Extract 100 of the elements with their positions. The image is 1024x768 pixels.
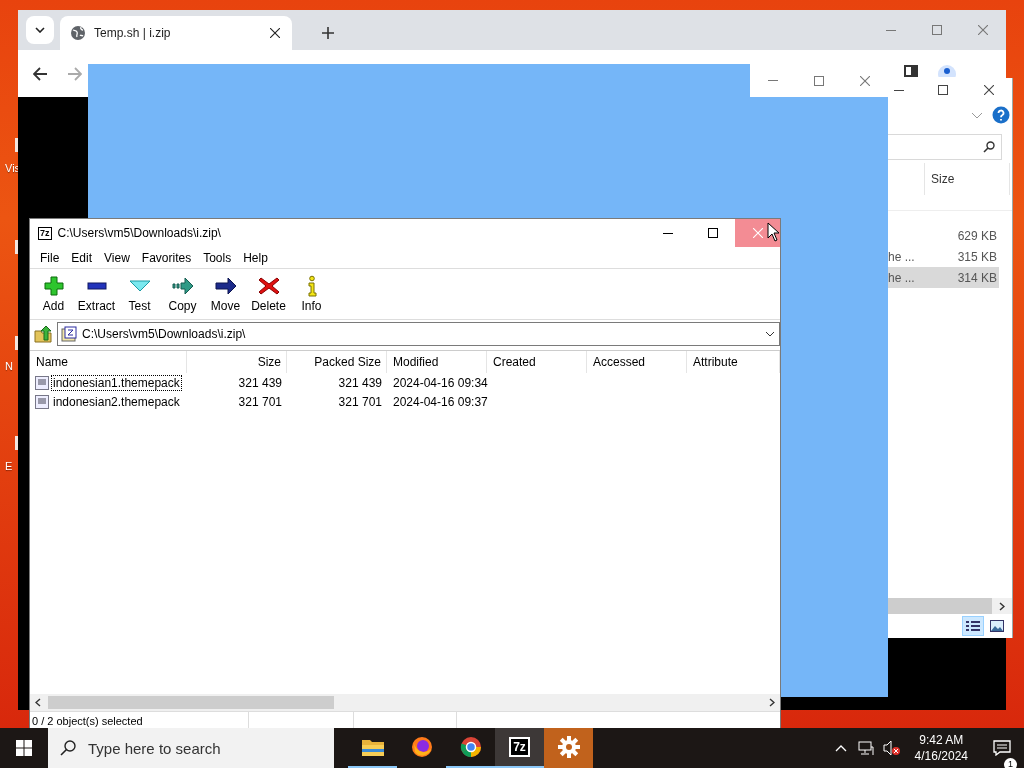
address-field[interactable]: C:\Users\vm5\Downloads\i.zip\: [57, 322, 780, 346]
windows-icon: [16, 740, 32, 756]
toolbar-button[interactable]: Extract: [75, 270, 118, 318]
scrollbar-thumb[interactable]: [48, 696, 334, 709]
desktop-icon-label: N: [5, 360, 13, 372]
clock[interactable]: 9:42 AM 4/16/2024: [906, 732, 976, 764]
close-icon: [860, 75, 870, 86]
folder-up-icon: [34, 325, 52, 343]
toolbar-button[interactable]: Test: [118, 270, 161, 318]
toolbar-button[interactable]: Info: [290, 270, 333, 318]
file-icon: [34, 393, 50, 410]
profile-button[interactable]: [937, 65, 957, 77]
minimize-icon: [662, 232, 673, 234]
column-header[interactable]: Created: [487, 351, 587, 373]
column-header[interactable]: Size: [924, 163, 1010, 195]
details-view-button[interactable]: [962, 616, 984, 636]
sidebar-icon: [904, 65, 918, 77]
arrow-icon: [212, 275, 239, 297]
file-size: 315 KB: [957, 249, 998, 264]
maximize-icon: [814, 75, 824, 86]
table-cell-text: 2024-04-16 09:37: [392, 394, 487, 409]
muted-speaker-icon: [882, 740, 901, 756]
menu-item[interactable]: Favorites: [135, 250, 198, 265]
file-name: he ...: [888, 249, 915, 264]
column-header[interactable]: Accessed: [587, 351, 687, 373]
scrollbar-thumb[interactable]: [888, 598, 992, 614]
column-header[interactable]: Name: [30, 351, 187, 373]
help-button[interactable]: [992, 106, 1010, 124]
close-icon: [984, 85, 994, 95]
back-arrow-icon: [33, 66, 47, 81]
chrome-icon: [458, 735, 483, 759]
maximize-icon: [938, 85, 948, 95]
avatar-icon: [938, 65, 956, 77]
file-row[interactable]: 629 KB: [888, 225, 999, 246]
archive-icon: [61, 326, 77, 342]
table-cell-text: 321 701: [337, 394, 383, 409]
gear-icon: [557, 736, 580, 758]
folder-icon: [360, 737, 385, 757]
tab-title: Temp.sh | i.zip: [94, 26, 172, 40]
window-title: C:\Users\vm5\Downloads\i.zip\: [57, 226, 222, 240]
table-cell-text: 321 701: [237, 394, 283, 409]
dropdown-icon: [765, 331, 775, 337]
message-icon: [993, 740, 1011, 756]
maximize-icon: [932, 25, 942, 35]
toolbar-button[interactable]: Delete: [247, 270, 290, 318]
column-header[interactable]: Size: [187, 351, 287, 373]
close-icon: [978, 25, 988, 35]
menu-item[interactable]: View: [98, 250, 136, 265]
file-name[interactable]: indonesian2.themepack: [52, 394, 181, 409]
tab-close-button[interactable]: [268, 26, 282, 40]
minimize-icon: [886, 29, 896, 31]
search-field[interactable]: Type here to search: [48, 728, 334, 768]
tab-list-button[interactable]: [26, 16, 54, 44]
file-row[interactable]: he ... 314 KB: [888, 267, 999, 288]
info-icon: [305, 275, 318, 297]
maximize-icon: [707, 228, 718, 238]
menu-item[interactable]: File: [34, 250, 66, 265]
minimize-icon: [894, 89, 904, 91]
arrow-icon: [169, 275, 196, 297]
taskbar-app-button[interactable]: 7z: [495, 728, 544, 768]
table-cell-text: 2024-04-16 09:34: [392, 375, 487, 390]
file-name[interactable]: indonesian1.themepack: [52, 375, 181, 390]
up-folder-button[interactable]: [33, 324, 53, 344]
image-icon: [990, 620, 1004, 632]
file-size: 314 KB: [957, 270, 998, 285]
menu-item[interactable]: Tools: [197, 250, 238, 265]
sidebar-button[interactable]: [903, 65, 919, 77]
search-field[interactable]: [888, 134, 1002, 160]
menu-item[interactable]: Help: [237, 250, 274, 265]
toolbar-button[interactable]: Add: [32, 270, 75, 318]
toolbar-button[interactable]: Move: [204, 270, 247, 318]
help-icon: [992, 106, 1010, 124]
search-icon: [983, 141, 995, 153]
file-name: he ...: [888, 270, 915, 285]
column-header[interactable]: Attribute: [687, 351, 780, 373]
forward-arrow-icon: [68, 66, 82, 81]
plus-icon: [322, 27, 334, 39]
chevron-icon: [35, 27, 45, 33]
file-size: 629 KB: [957, 228, 998, 243]
menu-item[interactable]: Edit: [65, 250, 99, 265]
close-icon: [752, 228, 763, 238]
file-row[interactable]: he ... 315 KB: [888, 246, 999, 267]
chevron-icon: [35, 698, 41, 707]
notification-count: 1: [1004, 758, 1017, 768]
chevron-up-icon: [834, 744, 847, 752]
fox-icon: [409, 735, 434, 759]
chevron-icon: [971, 111, 983, 119]
network-icon: [857, 741, 874, 755]
column-header[interactable]: Packed Size: [287, 351, 387, 373]
chevron-icon: [999, 601, 1005, 611]
chevron-icon: [769, 698, 775, 707]
table-cell-text: 321 439: [337, 375, 383, 390]
table-cell-text: 321 439: [237, 375, 283, 390]
toolbar-button[interactable]: Copy: [161, 270, 204, 318]
column-header[interactable]: Modified: [387, 351, 487, 373]
close-icon: [270, 28, 280, 38]
browser-tab[interactable]: Temp.sh | i.zip: [60, 16, 292, 50]
app-logo: 7z: [38, 226, 52, 240]
list-icon: [966, 620, 980, 632]
file-icon: [34, 374, 50, 391]
